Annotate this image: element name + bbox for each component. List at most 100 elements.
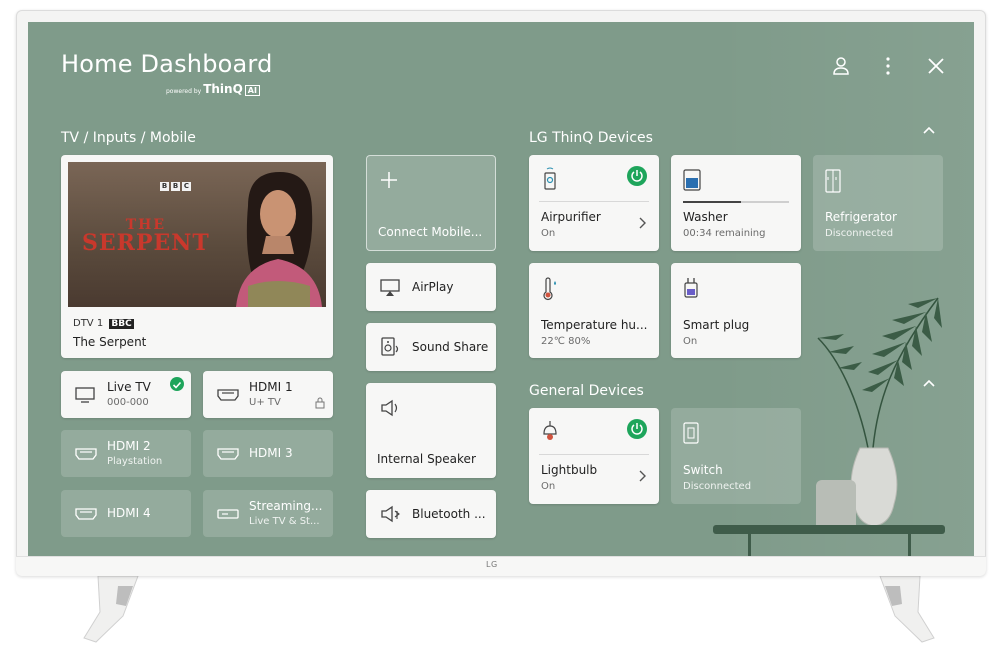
chevron-right-icon [639, 470, 646, 482]
airplay-label: AirPlay [412, 280, 454, 294]
device-name: Temperature hu... [541, 318, 648, 332]
input-live-tv[interactable]: Live TV 000-000 [61, 371, 191, 418]
internal-speaker-button[interactable]: Internal Speaker [366, 383, 496, 478]
input-hdmi-1[interactable]: HDMI 1 U+ TV [203, 371, 333, 418]
tv-right-leg [850, 576, 940, 646]
close-button[interactable] [926, 56, 946, 76]
device-smart-plug[interactable]: Smart plug On [671, 263, 801, 358]
tv-screen: Home Dashboard powered by ThinQ AI TV / In… [28, 22, 974, 556]
chevron-up-icon [923, 379, 935, 387]
portrait-illustration [236, 172, 322, 307]
device-status: 00:34 remaining [683, 228, 766, 239]
device-name: Switch [683, 463, 723, 477]
device-name: Washer [683, 210, 728, 224]
section-general-label: General Devices [529, 383, 644, 399]
wash-progress-fill [683, 201, 742, 203]
input-name: Streaming... [249, 499, 323, 513]
selected-check-icon [170, 377, 184, 391]
device-airpurifier[interactable]: Airpurifier On [529, 155, 659, 251]
input-name: HDMI 3 [249, 446, 293, 460]
refrigerator-icon [825, 169, 841, 193]
chevron-up-icon [923, 126, 935, 134]
device-status: On [541, 228, 556, 239]
tv-left-leg [78, 576, 168, 646]
power-on-button[interactable] [627, 166, 647, 186]
device-lightbulb[interactable]: Lightbulb On [529, 408, 659, 504]
input-detail: Live TV & St... [249, 516, 320, 527]
hdmi-icon [75, 448, 97, 460]
connect-mobile-label: Connect Mobile... [378, 225, 483, 239]
connect-mobile-button[interactable]: Connect Mobile... [366, 155, 496, 251]
streaming-device-icon [217, 509, 239, 519]
ai-badge: AI [244, 85, 260, 96]
device-status: Disconnected [825, 228, 894, 239]
input-hdmi-2[interactable]: HDMI 2 Playstation [61, 430, 191, 477]
power-on-button[interactable] [627, 419, 647, 439]
airplay-button[interactable]: AirPlay [366, 263, 496, 311]
card-divider [539, 454, 649, 455]
device-name: Airpurifier [541, 210, 601, 224]
page-title: Home Dashboard [61, 50, 273, 78]
profile-button[interactable] [831, 56, 851, 76]
power-icon [631, 423, 643, 435]
tv-photo: LG Home Dashboard powered by ThinQ AI TV… [0, 0, 1000, 657]
device-status: On [683, 336, 698, 347]
section-thinq-label: LG ThinQ Devices [529, 130, 653, 146]
input-name: Live TV [107, 380, 151, 394]
tv-icon [75, 387, 95, 403]
decor-table-leg [908, 534, 911, 556]
wash-progress-track [683, 201, 789, 203]
hdmi-icon [217, 389, 239, 401]
input-name: HDMI 2 [107, 439, 151, 453]
device-switch[interactable]: Switch Disconnected [671, 408, 801, 504]
device-status: On [541, 481, 556, 492]
channel-number: DTV 1 [73, 318, 104, 329]
card-divider [539, 201, 649, 202]
device-name: Lightbulb [541, 463, 598, 477]
input-detail: 000-000 [107, 397, 149, 408]
section-inputs-label: TV / Inputs / Mobile [61, 130, 196, 146]
airplay-icon [380, 279, 400, 296]
input-name: HDMI 4 [107, 506, 151, 520]
collapse-thinq-button[interactable] [922, 124, 936, 142]
device-washer[interactable]: Washer 00:34 remaining [671, 155, 801, 251]
hdmi-icon [75, 508, 97, 520]
input-detail: Playstation [107, 456, 163, 467]
lock-icon [315, 397, 325, 409]
bbc-logo: BBC [160, 182, 191, 191]
sound-share-button[interactable]: Sound Share [366, 323, 496, 371]
power-icon [631, 170, 643, 182]
tv-brand-logo: LG [486, 560, 498, 569]
device-status: 22℃ 80% [541, 336, 591, 347]
washer-icon [683, 169, 701, 191]
input-hdmi-3[interactable]: HDMI 3 [203, 430, 333, 477]
lightbulb-icon [543, 421, 557, 440]
more-options-button[interactable] [878, 56, 898, 76]
thumbnail-show-title: THE SERPENT [82, 217, 210, 256]
thinq-brand: ThinQ [203, 82, 243, 96]
sound-share-label: Sound Share [412, 340, 489, 354]
bluetooth-button[interactable]: Bluetooth ... [366, 490, 496, 538]
decor-table [713, 525, 945, 534]
now-playing-card[interactable]: BBC THE SERPENT DTV 1 BBC The Serpent [61, 155, 333, 358]
tv-chin [16, 556, 986, 576]
speaker-share-icon [381, 337, 399, 356]
channel-logo: BBC [109, 319, 134, 329]
collapse-general-button[interactable] [922, 377, 936, 395]
input-streaming[interactable]: Streaming... Live TV & St... [203, 490, 333, 537]
input-hdmi-4[interactable]: HDMI 4 [61, 490, 191, 537]
device-temperature[interactable]: Temperature hu... 22℃ 80% [529, 263, 659, 358]
channel-label: DTV 1 BBC [73, 318, 134, 329]
device-refrigerator[interactable]: Refrigerator Disconnected [813, 155, 943, 251]
device-status: Disconnected [683, 481, 752, 492]
device-name: Smart plug [683, 318, 750, 332]
plug-icon [684, 278, 698, 298]
program-title: The Serpent [73, 335, 147, 349]
hdmi-icon [217, 448, 239, 460]
switch-icon [683, 422, 699, 444]
more-vertical-icon [886, 57, 890, 75]
decor-table-leg [748, 534, 751, 556]
powered-by-thinq: powered by ThinQ AI [166, 82, 260, 96]
bluetooth-label: Bluetooth ... [412, 507, 486, 521]
input-name: HDMI 1 [249, 380, 293, 394]
